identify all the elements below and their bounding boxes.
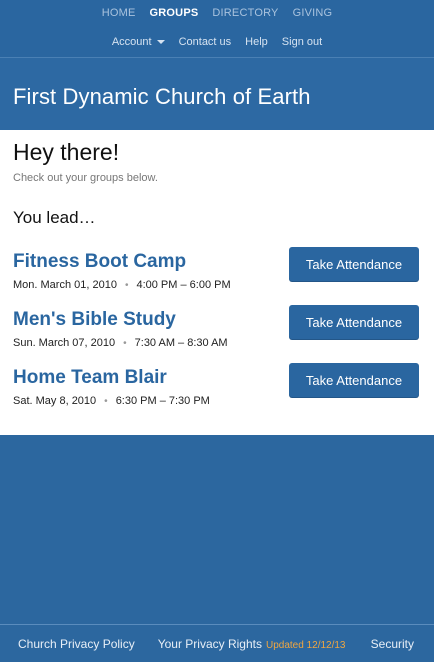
main-content: Hey there! Check out your groups below. … bbox=[0, 130, 434, 435]
group-schedule: Sun. March 07, 2010 • 7:30 AM – 8:30 AM bbox=[13, 337, 228, 349]
separator-dot: • bbox=[124, 280, 129, 291]
group-schedule: Sat. May 8, 2010 • 6:30 PM – 7:30 PM bbox=[13, 395, 210, 407]
group-item: Men's Bible Study Sun. March 07, 2010 • 7:… bbox=[13, 305, 419, 363]
section-title: You lead… bbox=[13, 208, 96, 227]
church-banner: First Dynamic Church of Earth bbox=[0, 58, 434, 130]
help-link[interactable]: Help bbox=[245, 36, 268, 48]
take-attendance-button[interactable]: Take Attendance bbox=[289, 305, 419, 340]
group-info: Men's Bible Study Sun. March 07, 2010 • 7:… bbox=[13, 305, 228, 349]
group-time: 4:00 PM – 6:00 PM bbox=[136, 279, 231, 291]
top-navigation: HOME GROUPS DIRECTORY GIVING Account Con… bbox=[0, 0, 434, 58]
nav-giving[interactable]: GIVING bbox=[293, 7, 333, 27]
nav-groups[interactable]: GROUPS bbox=[150, 7, 199, 27]
primary-nav: HOME GROUPS DIRECTORY GIVING bbox=[0, 0, 434, 27]
account-label: Account bbox=[111, 36, 152, 48]
group-name-link[interactable]: Men's Bible Study bbox=[13, 309, 228, 331]
take-attendance-button[interactable]: Take Attendance bbox=[289, 247, 419, 282]
separator-dot: • bbox=[104, 396, 108, 407]
privacy-rights-group: Your Privacy Rights Updated 12/12/13 bbox=[158, 637, 346, 651]
privacy-policy-link[interactable]: Church Privacy Policy bbox=[18, 637, 135, 651]
contact-link[interactable]: Contact us bbox=[179, 36, 232, 48]
group-date: Sun. March 07, 2010 bbox=[13, 337, 116, 349]
group-item: Home Team Blair Sat. May 8, 2010 • 6:30 PM… bbox=[13, 363, 419, 421]
group-name-link[interactable]: Home Team Blair bbox=[13, 367, 210, 389]
group-list: Fitness Boot Camp Mon. March 01, 2010 • 4:… bbox=[13, 247, 419, 421]
group-date: Mon. March 01, 2010 bbox=[13, 279, 117, 291]
group-date: Sat. May 8, 2010 bbox=[13, 395, 97, 407]
group-schedule: Mon. March 01, 2010 • 4:00 PM – 6:00 PM bbox=[13, 279, 231, 291]
group-name-link[interactable]: Fitness Boot Camp bbox=[13, 251, 231, 273]
group-time: 7:30 AM – 8:30 AM bbox=[134, 337, 228, 349]
group-info: Home Team Blair Sat. May 8, 2010 • 6:30 PM… bbox=[13, 363, 210, 407]
group-info: Fitness Boot Camp Mon. March 01, 2010 • 4:… bbox=[13, 247, 231, 291]
greeting-heading: Hey there! bbox=[13, 139, 120, 165]
account-menu[interactable]: Account bbox=[112, 36, 165, 48]
group-item: Fitness Boot Camp Mon. March 01, 2010 • 4:… bbox=[13, 247, 419, 305]
separator-dot: • bbox=[123, 338, 127, 349]
take-attendance-button[interactable]: Take Attendance bbox=[289, 363, 419, 398]
privacy-rights-link[interactable]: Your Privacy Rights bbox=[158, 637, 262, 651]
nav-home[interactable]: HOME bbox=[102, 7, 136, 27]
chevron-down-icon bbox=[156, 40, 165, 45]
secondary-nav: Account Contact us Help Sign out bbox=[0, 27, 434, 48]
group-time: 6:30 PM – 7:30 PM bbox=[115, 395, 210, 407]
signout-link[interactable]: Sign out bbox=[282, 36, 322, 48]
footer: Church Privacy Policy Your Privacy Right… bbox=[0, 624, 434, 662]
updated-badge: Updated 12/12/13 bbox=[265, 639, 346, 651]
nav-directory[interactable]: DIRECTORY bbox=[212, 7, 278, 27]
greeting-subtext: Check out your groups below. bbox=[13, 172, 158, 184]
security-link[interactable]: Security bbox=[371, 637, 414, 651]
church-name: First Dynamic Church of Earth bbox=[13, 84, 311, 109]
